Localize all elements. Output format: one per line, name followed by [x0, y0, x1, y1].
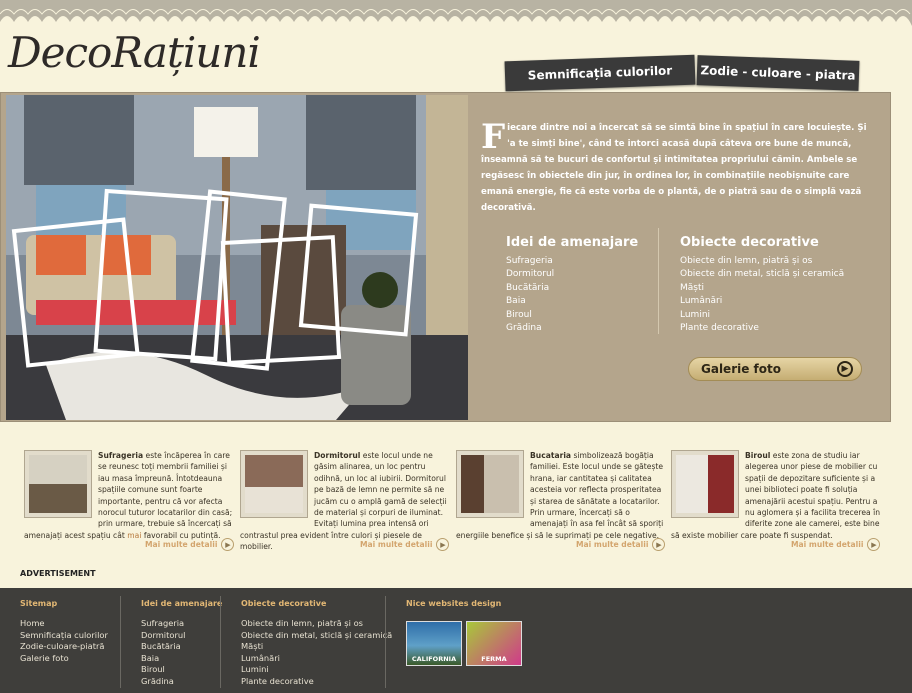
- objects-list: Obiecte din lemn, piatră și os Obiecte d…: [680, 255, 844, 335]
- ideas-item-bath[interactable]: Baia: [506, 295, 554, 308]
- footer-sitemap-list: Home Semnificația culorilor Zodie-culoar…: [20, 618, 108, 664]
- room-inline-link[interactable]: mai: [127, 531, 141, 540]
- objects-item-metal[interactable]: Obiecte din metal, sticlă și ceramică: [680, 268, 844, 281]
- intro-dropcap: F: [481, 117, 506, 157]
- room-thumb-living[interactable]: [24, 450, 92, 518]
- footer-link[interactable]: Biroul: [141, 664, 185, 676]
- hero-room-photo: [6, 95, 468, 420]
- footer-nice-heading: Nice websites design: [406, 599, 502, 608]
- tab-color-meaning[interactable]: Semnificația culorilor: [504, 54, 696, 92]
- footer-divider: [120, 596, 121, 688]
- intro-text: Fiecare dintre noi a încercat să se simt…: [481, 120, 871, 216]
- hero-col-divider: [658, 228, 659, 334]
- footer-link[interactable]: Sufrageria: [141, 618, 185, 630]
- footer-link[interactable]: Bucătăria: [141, 641, 185, 653]
- footer-divider: [385, 596, 386, 688]
- more-details-office[interactable]: Mai multe detalii ▶: [791, 538, 881, 551]
- footer-ideas-heading: Idei de amenajare: [141, 599, 223, 608]
- ideas-list: Sufrageria Dormitorul Bucătăria Baia Bir…: [506, 255, 554, 335]
- room-thumb-kitchen[interactable]: [456, 450, 524, 518]
- footer-link[interactable]: Plante decorative: [241, 676, 392, 688]
- california-badge[interactable]: CALIFORNIA: [406, 621, 462, 666]
- room-name: Dormitorul: [314, 451, 361, 460]
- footer-link[interactable]: Zodie-culoare-piatră: [20, 641, 108, 653]
- ideas-item-living[interactable]: Sufrageria: [506, 255, 554, 268]
- arrow-right-icon: ▶: [436, 538, 450, 551]
- footer-sitemap-heading: Sitemap: [20, 599, 58, 608]
- site-logo[interactable]: DecoRațiuni: [8, 28, 261, 77]
- ideas-heading: Idei de amenajare: [506, 235, 639, 250]
- ideas-item-garden[interactable]: Grădina: [506, 322, 554, 335]
- ferma-badge[interactable]: FERMA: [466, 621, 522, 666]
- lace-border: [0, 0, 912, 26]
- objects-item-masks[interactable]: Măști: [680, 282, 844, 295]
- objects-item-candles[interactable]: Lumânări: [680, 295, 844, 308]
- footer-link[interactable]: Galerie foto: [20, 653, 108, 665]
- room-blurb-kitchen: Bucataria simbolizează bogăția familiei.…: [456, 450, 666, 570]
- room-thumb-bedroom[interactable]: [240, 450, 308, 518]
- arrow-right-icon: ▶: [221, 538, 235, 551]
- room-thumb-office[interactable]: [671, 450, 739, 518]
- footer-objects-heading: Obiecte decorative: [241, 599, 327, 608]
- objects-item-wood[interactable]: Obiecte din lemn, piatră și os: [680, 255, 844, 268]
- room-name: Biroul: [745, 451, 771, 460]
- objects-item-plants[interactable]: Plante decorative: [680, 322, 844, 335]
- footer-divider: [220, 596, 221, 688]
- footer-link[interactable]: Obiecte din lemn, piatră și os: [241, 618, 392, 630]
- footer-link[interactable]: Home: [20, 618, 108, 630]
- ideas-item-kitchen[interactable]: Bucătăria: [506, 282, 554, 295]
- intro-body: iecare dintre noi a încercat să se simtă…: [481, 123, 867, 213]
- room-blurb-office: Biroul este zona de studiu iar alegerea …: [671, 450, 881, 570]
- objects-item-lights[interactable]: Lumini: [680, 309, 844, 322]
- room-blurb-living: Sufrageria este încăperea în care se reu…: [24, 450, 234, 570]
- room-name: Bucataria: [530, 451, 572, 460]
- objects-heading: Obiecte decorative: [680, 235, 819, 250]
- arrow-right-icon: ▶: [652, 538, 666, 551]
- footer-objects-list: Obiecte din lemn, piatră și os Obiecte d…: [241, 618, 392, 688]
- footer-link[interactable]: Lumânări: [241, 653, 392, 665]
- room-name: Sufrageria: [98, 451, 144, 460]
- more-details-kitchen[interactable]: Mai multe detalii ▶: [576, 538, 666, 551]
- footer-ideas-list: Sufrageria Dormitorul Bucătăria Baia Bir…: [141, 618, 185, 688]
- footer-link[interactable]: Măști: [241, 641, 392, 653]
- footer-link[interactable]: Obiecte din metal, sticlă și ceramică: [241, 630, 392, 642]
- gallery-button-label: Galerie foto: [701, 362, 781, 376]
- footer-link[interactable]: Baia: [141, 653, 185, 665]
- arrow-right-icon: ▶: [867, 538, 881, 551]
- footer-link[interactable]: Dormitorul: [141, 630, 185, 642]
- arrow-right-icon: ▶: [837, 361, 853, 377]
- more-details-living[interactable]: Mai multe detalii ▶: [145, 538, 235, 551]
- advertisement-label: ADVERTISEMENT: [20, 569, 96, 578]
- room-blurb-bedroom: Dormitorul este locul unde ne găsim alin…: [240, 450, 450, 570]
- footer: Sitemap Home Semnificația culorilor Zodi…: [0, 588, 912, 693]
- ideas-item-office[interactable]: Biroul: [506, 309, 554, 322]
- footer-link[interactable]: Grădina: [141, 676, 185, 688]
- footer-link[interactable]: Lumini: [241, 664, 392, 676]
- gallery-button[interactable]: Galerie foto ▶: [688, 357, 862, 381]
- ideas-item-bedroom[interactable]: Dormitorul: [506, 268, 554, 281]
- footer-link[interactable]: Semnificația culorilor: [20, 630, 108, 642]
- tab-zodiac-color-stone[interactable]: Zodie - culoare - piatra: [696, 55, 860, 91]
- more-details-bedroom[interactable]: Mai multe detalii ▶: [360, 538, 450, 551]
